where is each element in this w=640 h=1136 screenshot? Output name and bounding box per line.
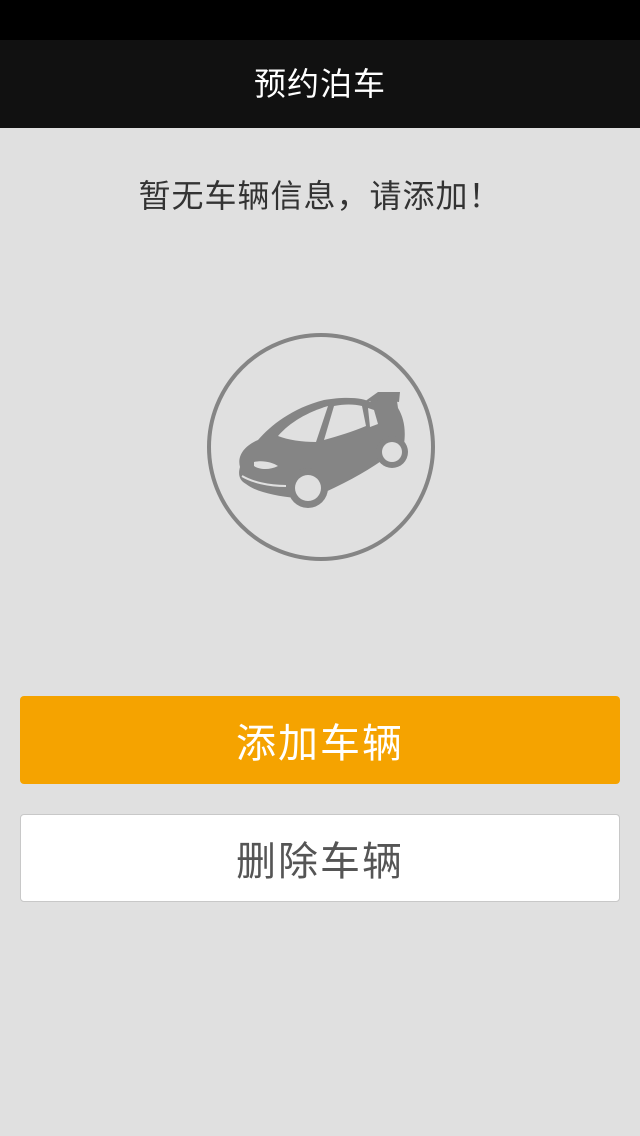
page-title: 预约泊车 — [253, 65, 386, 103]
add-vehicle-button[interactable]: 添加车辆 — [20, 696, 620, 784]
car-icon — [207, 333, 435, 561]
delete-vehicle-button[interactable]: 删除车辆 — [20, 814, 620, 902]
nav-bar: 预约泊车 — [0, 40, 640, 128]
car-illustration — [206, 332, 436, 562]
empty-state-message: 暂无车辆信息，请添加！ — [138, 177, 502, 215]
status-bar — [0, 0, 640, 40]
